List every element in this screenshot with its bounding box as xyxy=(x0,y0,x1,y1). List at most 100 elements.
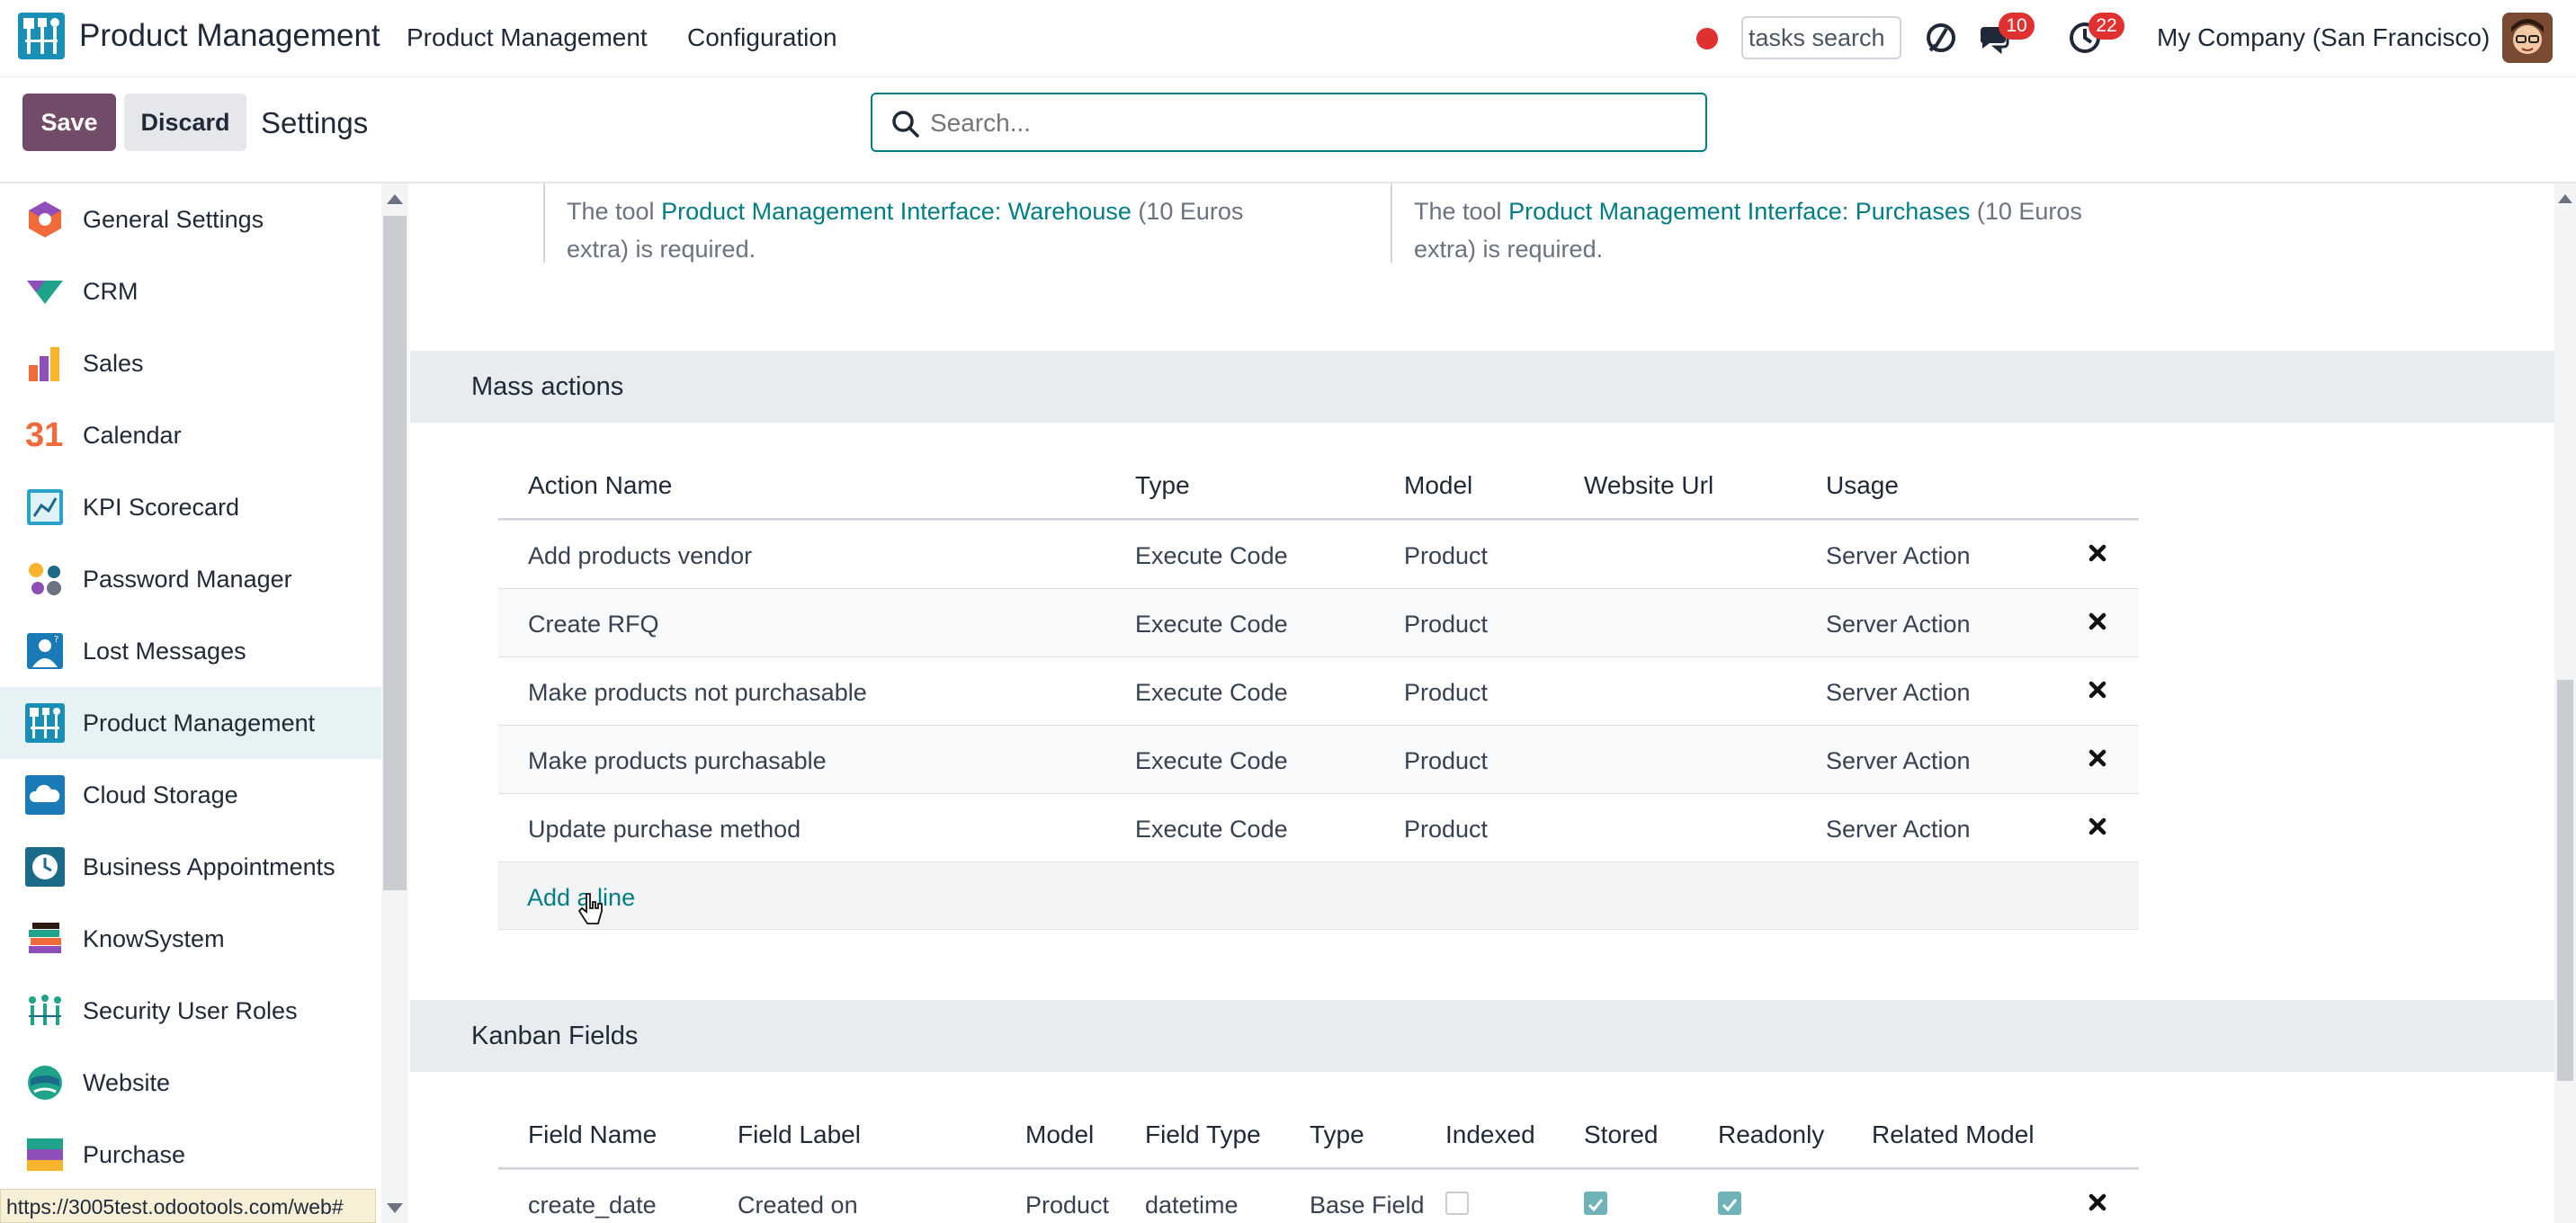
sidebar-item-website[interactable]: Website xyxy=(0,1047,381,1119)
column-header-field-type[interactable]: Field Type xyxy=(1145,1120,1261,1149)
cell-type: Base Field xyxy=(1310,1192,1425,1219)
main-scrollbar-thumb[interactable] xyxy=(2557,680,2573,1081)
general-settings-icon xyxy=(25,200,65,239)
table-row[interactable]: Add products vendor Execute Code Product… xyxy=(498,520,2139,588)
sidebar-item-lost-messages[interactable]: ? Lost Messages xyxy=(0,615,381,687)
sidebar-item-label: Calendar xyxy=(83,421,182,449)
requirement-prefix: The tool xyxy=(567,198,662,225)
sidebar-item-general-settings[interactable]: General Settings xyxy=(0,183,381,255)
table-row[interactable]: Make products purchasable Execute Code P… xyxy=(498,725,2139,793)
cell-usage: Server Action xyxy=(1826,542,1971,569)
sidebar-item-purchase[interactable]: Purchase xyxy=(0,1119,381,1191)
cell-usage: Server Action xyxy=(1826,679,1971,706)
sidebar-item-sales[interactable]: Sales xyxy=(0,327,381,399)
requirement-line2: extra) is required. xyxy=(567,236,756,263)
settings-sidebar: General Settings CRM Sales 31 Calendar K… xyxy=(0,183,381,1223)
odoobot-chat-icon[interactable] xyxy=(1923,20,1959,56)
app-title[interactable]: Product Management xyxy=(79,18,380,54)
recording-indicator-icon[interactable] xyxy=(1696,28,1718,49)
sidebar-item-label: Password Manager xyxy=(83,565,292,593)
menu-configuration[interactable]: Configuration xyxy=(687,23,837,52)
add-line-row[interactable]: Add a line xyxy=(498,861,2139,930)
sidebar-item-label: Sales xyxy=(83,349,144,377)
table-row[interactable]: Update purchase method Execute Code Prod… xyxy=(498,793,2139,861)
business-appointments-icon xyxy=(25,847,65,887)
search-input[interactable] xyxy=(930,103,1686,143)
table-row[interactable]: create_date Created on Product datetime … xyxy=(498,1169,2139,1223)
column-header-model[interactable]: Model xyxy=(1404,471,1472,500)
sidebar-item-password-manager[interactable]: Password Manager xyxy=(0,543,381,615)
delete-row-icon[interactable] xyxy=(2085,609,2110,634)
sidebar-item-label: KnowSystem xyxy=(83,924,225,952)
sidebar-item-security-user-roles[interactable]: Security User Roles xyxy=(0,975,381,1047)
knowsystem-icon xyxy=(25,919,65,959)
svg-text:?: ? xyxy=(54,635,58,645)
requirement-note-purchases: The tool Product Management Interface: P… xyxy=(1391,183,2164,263)
column-header-indexed[interactable]: Indexed xyxy=(1445,1120,1535,1149)
sidebar-item-crm[interactable]: CRM xyxy=(0,255,381,327)
column-header-stored[interactable]: Stored xyxy=(1584,1120,1659,1149)
cell-usage: Server Action xyxy=(1826,747,1971,774)
cell-action-name: Update purchase method xyxy=(528,816,801,843)
delete-row-icon[interactable] xyxy=(2085,1190,2110,1215)
sidebar-scroll-down-icon[interactable] xyxy=(387,1203,403,1213)
tasks-search-input[interactable] xyxy=(1741,16,1901,59)
section-title: Kanban Fields xyxy=(471,1022,639,1050)
settings-main-content: The tool Product Management Interface: W… xyxy=(410,183,2554,1223)
table-row[interactable]: Create RFQ Execute Code Product Server A… xyxy=(498,588,2139,656)
cell-model: Product xyxy=(1404,542,1489,569)
stored-checkbox[interactable] xyxy=(1584,1192,1607,1215)
column-header-usage[interactable]: Usage xyxy=(1826,471,1899,500)
sidebar-item-kpi-scorecard[interactable]: KPI Scorecard xyxy=(0,471,381,543)
requirement-link-warehouse[interactable]: Product Management Interface: Warehouse xyxy=(661,198,1131,225)
section-title: Mass actions xyxy=(471,372,624,401)
user-avatar[interactable] xyxy=(2502,13,2553,63)
column-header-related-model[interactable]: Related Model xyxy=(1872,1120,2035,1149)
cell-field-name: create_date xyxy=(528,1192,657,1219)
sidebar-scrollbar-thumb[interactable] xyxy=(383,216,407,890)
column-header-type[interactable]: Type xyxy=(1135,471,1190,500)
readonly-checkbox[interactable] xyxy=(1718,1192,1741,1215)
delete-row-icon[interactable] xyxy=(2085,814,2110,839)
company-switcher[interactable]: My Company (San Francisco) xyxy=(2157,23,2490,52)
column-header-readonly[interactable]: Readonly xyxy=(1718,1120,1824,1149)
requirement-prefix: The tool xyxy=(1414,198,1509,225)
settings-search-box[interactable] xyxy=(871,93,1707,152)
column-header-website-url[interactable]: Website Url xyxy=(1584,471,1713,500)
column-header-field-name[interactable]: Field Name xyxy=(528,1120,657,1149)
sidebar-item-label: Business Appointments xyxy=(83,853,335,880)
sidebar-scroll-up-icon[interactable] xyxy=(387,194,403,204)
indexed-checkbox[interactable] xyxy=(1445,1192,1469,1215)
save-button[interactable]: Save xyxy=(22,94,116,151)
menu-product-management[interactable]: Product Management xyxy=(407,23,648,52)
table-row[interactable]: Make products not purchasable Execute Co… xyxy=(498,656,2139,725)
sidebar-item-business-appointments[interactable]: Business Appointments xyxy=(0,831,381,903)
cell-model: Product xyxy=(1404,816,1489,843)
column-header-action-name[interactable]: Action Name xyxy=(528,471,672,500)
sidebar-item-label: KPI Scorecard xyxy=(83,493,240,521)
website-icon xyxy=(25,1063,65,1102)
main-scroll-up-icon[interactable] xyxy=(2558,194,2572,203)
cell-field-label: Created on xyxy=(738,1192,858,1219)
sidebar-item-cloud-storage[interactable]: Cloud Storage xyxy=(0,759,381,831)
password-manager-icon xyxy=(25,559,65,599)
sidebar-item-knowsystem[interactable]: KnowSystem xyxy=(0,903,381,975)
column-header-model[interactable]: Model xyxy=(1025,1120,1094,1149)
delete-row-icon[interactable] xyxy=(2085,540,2110,566)
delete-row-icon[interactable] xyxy=(2085,677,2110,702)
cell-model: Product xyxy=(1025,1192,1110,1219)
discard-button[interactable]: Discard xyxy=(124,94,246,151)
sidebar-item-product-management[interactable]: Product Management xyxy=(0,687,381,759)
product-management-app-icon[interactable] xyxy=(18,13,65,59)
cell-type: Execute Code xyxy=(1135,542,1288,569)
delete-row-icon[interactable] xyxy=(2085,745,2110,771)
column-header-type[interactable]: Type xyxy=(1310,1120,1364,1149)
sidebar-item-label: Security User Roles xyxy=(83,996,298,1024)
column-header-field-label[interactable]: Field Label xyxy=(738,1120,861,1149)
status-bar-url: https://3005test.odootools.com/web# xyxy=(0,1189,376,1223)
messages-count-badge: 10 xyxy=(1999,13,2035,40)
requirement-link-purchases[interactable]: Product Management Interface: Purchases xyxy=(1508,198,1970,225)
sidebar-item-calendar[interactable]: 31 Calendar xyxy=(0,399,381,471)
sidebar-item-label: Website xyxy=(83,1068,171,1096)
cell-model: Product xyxy=(1404,747,1489,774)
